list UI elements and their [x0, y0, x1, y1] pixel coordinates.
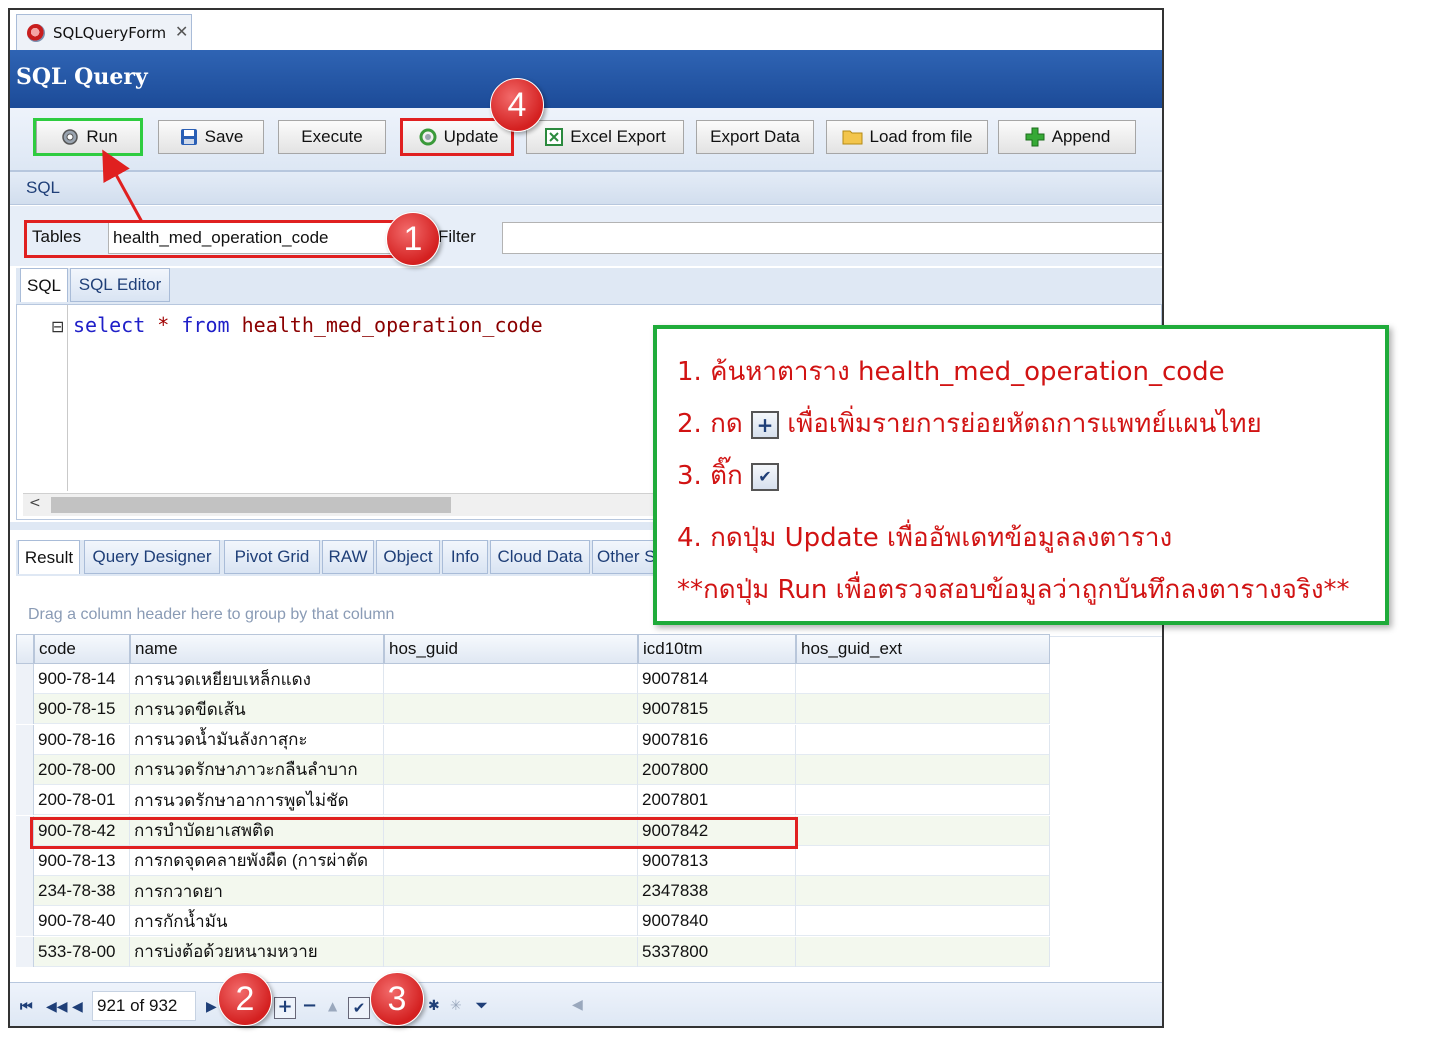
step-1-badge: 1 — [386, 212, 440, 266]
note-line-3-prefix: 3. ติ๊ก — [677, 461, 743, 491]
step-2-badge: 2 — [218, 972, 272, 1026]
plus-mini-icon: + — [750, 410, 779, 439]
check-mini-icon: ✔ — [750, 462, 779, 491]
step-4-badge: 4 — [490, 78, 544, 132]
step-3-badge: 3 — [370, 972, 424, 1026]
note-line-2-prefix: 2. กด — [677, 409, 743, 439]
note-line-2-suffix: เพื่อเพิ่มรายการย่อยหัตถการแพทย์แผนไทย — [787, 409, 1262, 439]
note-line-5: **กดปุ่ม Run เพื่อตรวจสอบข้อมูลว่าถูกบัน… — [677, 575, 1350, 605]
note-line-3: 3. ติ๊ก ✔ — [677, 455, 779, 496]
instruction-note: 1. ค้นหาตาราง health_med_operation_code … — [653, 325, 1389, 625]
note-line-1: 1. ค้นหาตาราง health_med_operation_code — [677, 357, 1225, 387]
note-line-2: 2. กด + เพื่อเพิ่มรายการย่อยหัตถการแพทย์… — [677, 403, 1262, 444]
note-line-4: 4. กดปุ่ม Update เพื่ออัพเดทข้อมูลลงตารา… — [677, 523, 1173, 553]
